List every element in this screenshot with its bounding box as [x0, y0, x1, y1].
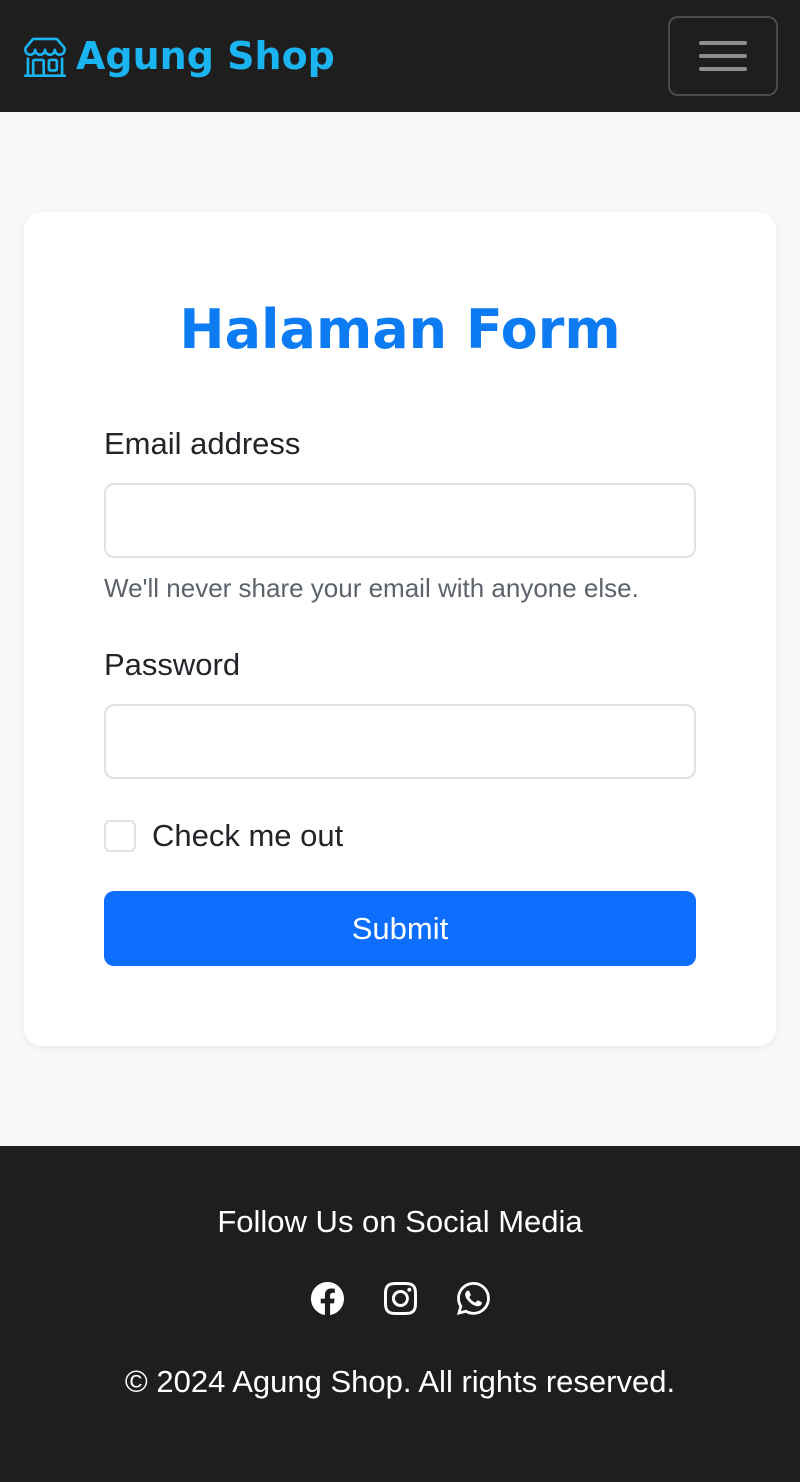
facebook-link[interactable] [310, 1282, 344, 1315]
brand-text: Agung Shop [76, 34, 335, 78]
copyright-text: © 2024 Agung Shop. All rights reserved. [124, 1364, 676, 1399]
check-me-out-row: Check me out [104, 816, 343, 856]
shop-icon [24, 37, 66, 77]
check-me-out-checkbox[interactable] [104, 820, 136, 852]
email-help-text: We'll never share your email with anyone… [104, 573, 639, 603]
footer-heading: Follow Us on Social Media [217, 1204, 583, 1239]
whatsapp-icon [456, 1282, 490, 1315]
navbar-toggler-button[interactable] [668, 16, 778, 96]
social-links [0, 1282, 800, 1315]
email-field[interactable] [104, 483, 696, 558]
email-label: Email address [104, 426, 301, 461]
navbar: Agung Shop [0, 0, 800, 112]
brand-link[interactable]: Agung Shop [24, 34, 335, 78]
facebook-icon [310, 1282, 344, 1315]
form-card: Halaman Form Email address We'll never s… [24, 212, 776, 1046]
hamburger-menu-icon [699, 41, 747, 45]
whatsapp-link[interactable] [456, 1282, 490, 1315]
password-field[interactable] [104, 704, 696, 779]
instagram-link[interactable] [383, 1282, 417, 1315]
page-title: Halaman Form [179, 298, 621, 361]
hamburger-menu-icon-bar [699, 54, 747, 58]
submit-button[interactable]: Submit [104, 891, 696, 966]
check-me-out-label[interactable]: Check me out [152, 816, 343, 856]
hamburger-menu-icon-bar [699, 67, 747, 71]
password-label: Password [104, 647, 241, 682]
instagram-icon [383, 1282, 417, 1315]
footer: Follow Us on Social Media © 2024 Agung S… [0, 1146, 800, 1482]
